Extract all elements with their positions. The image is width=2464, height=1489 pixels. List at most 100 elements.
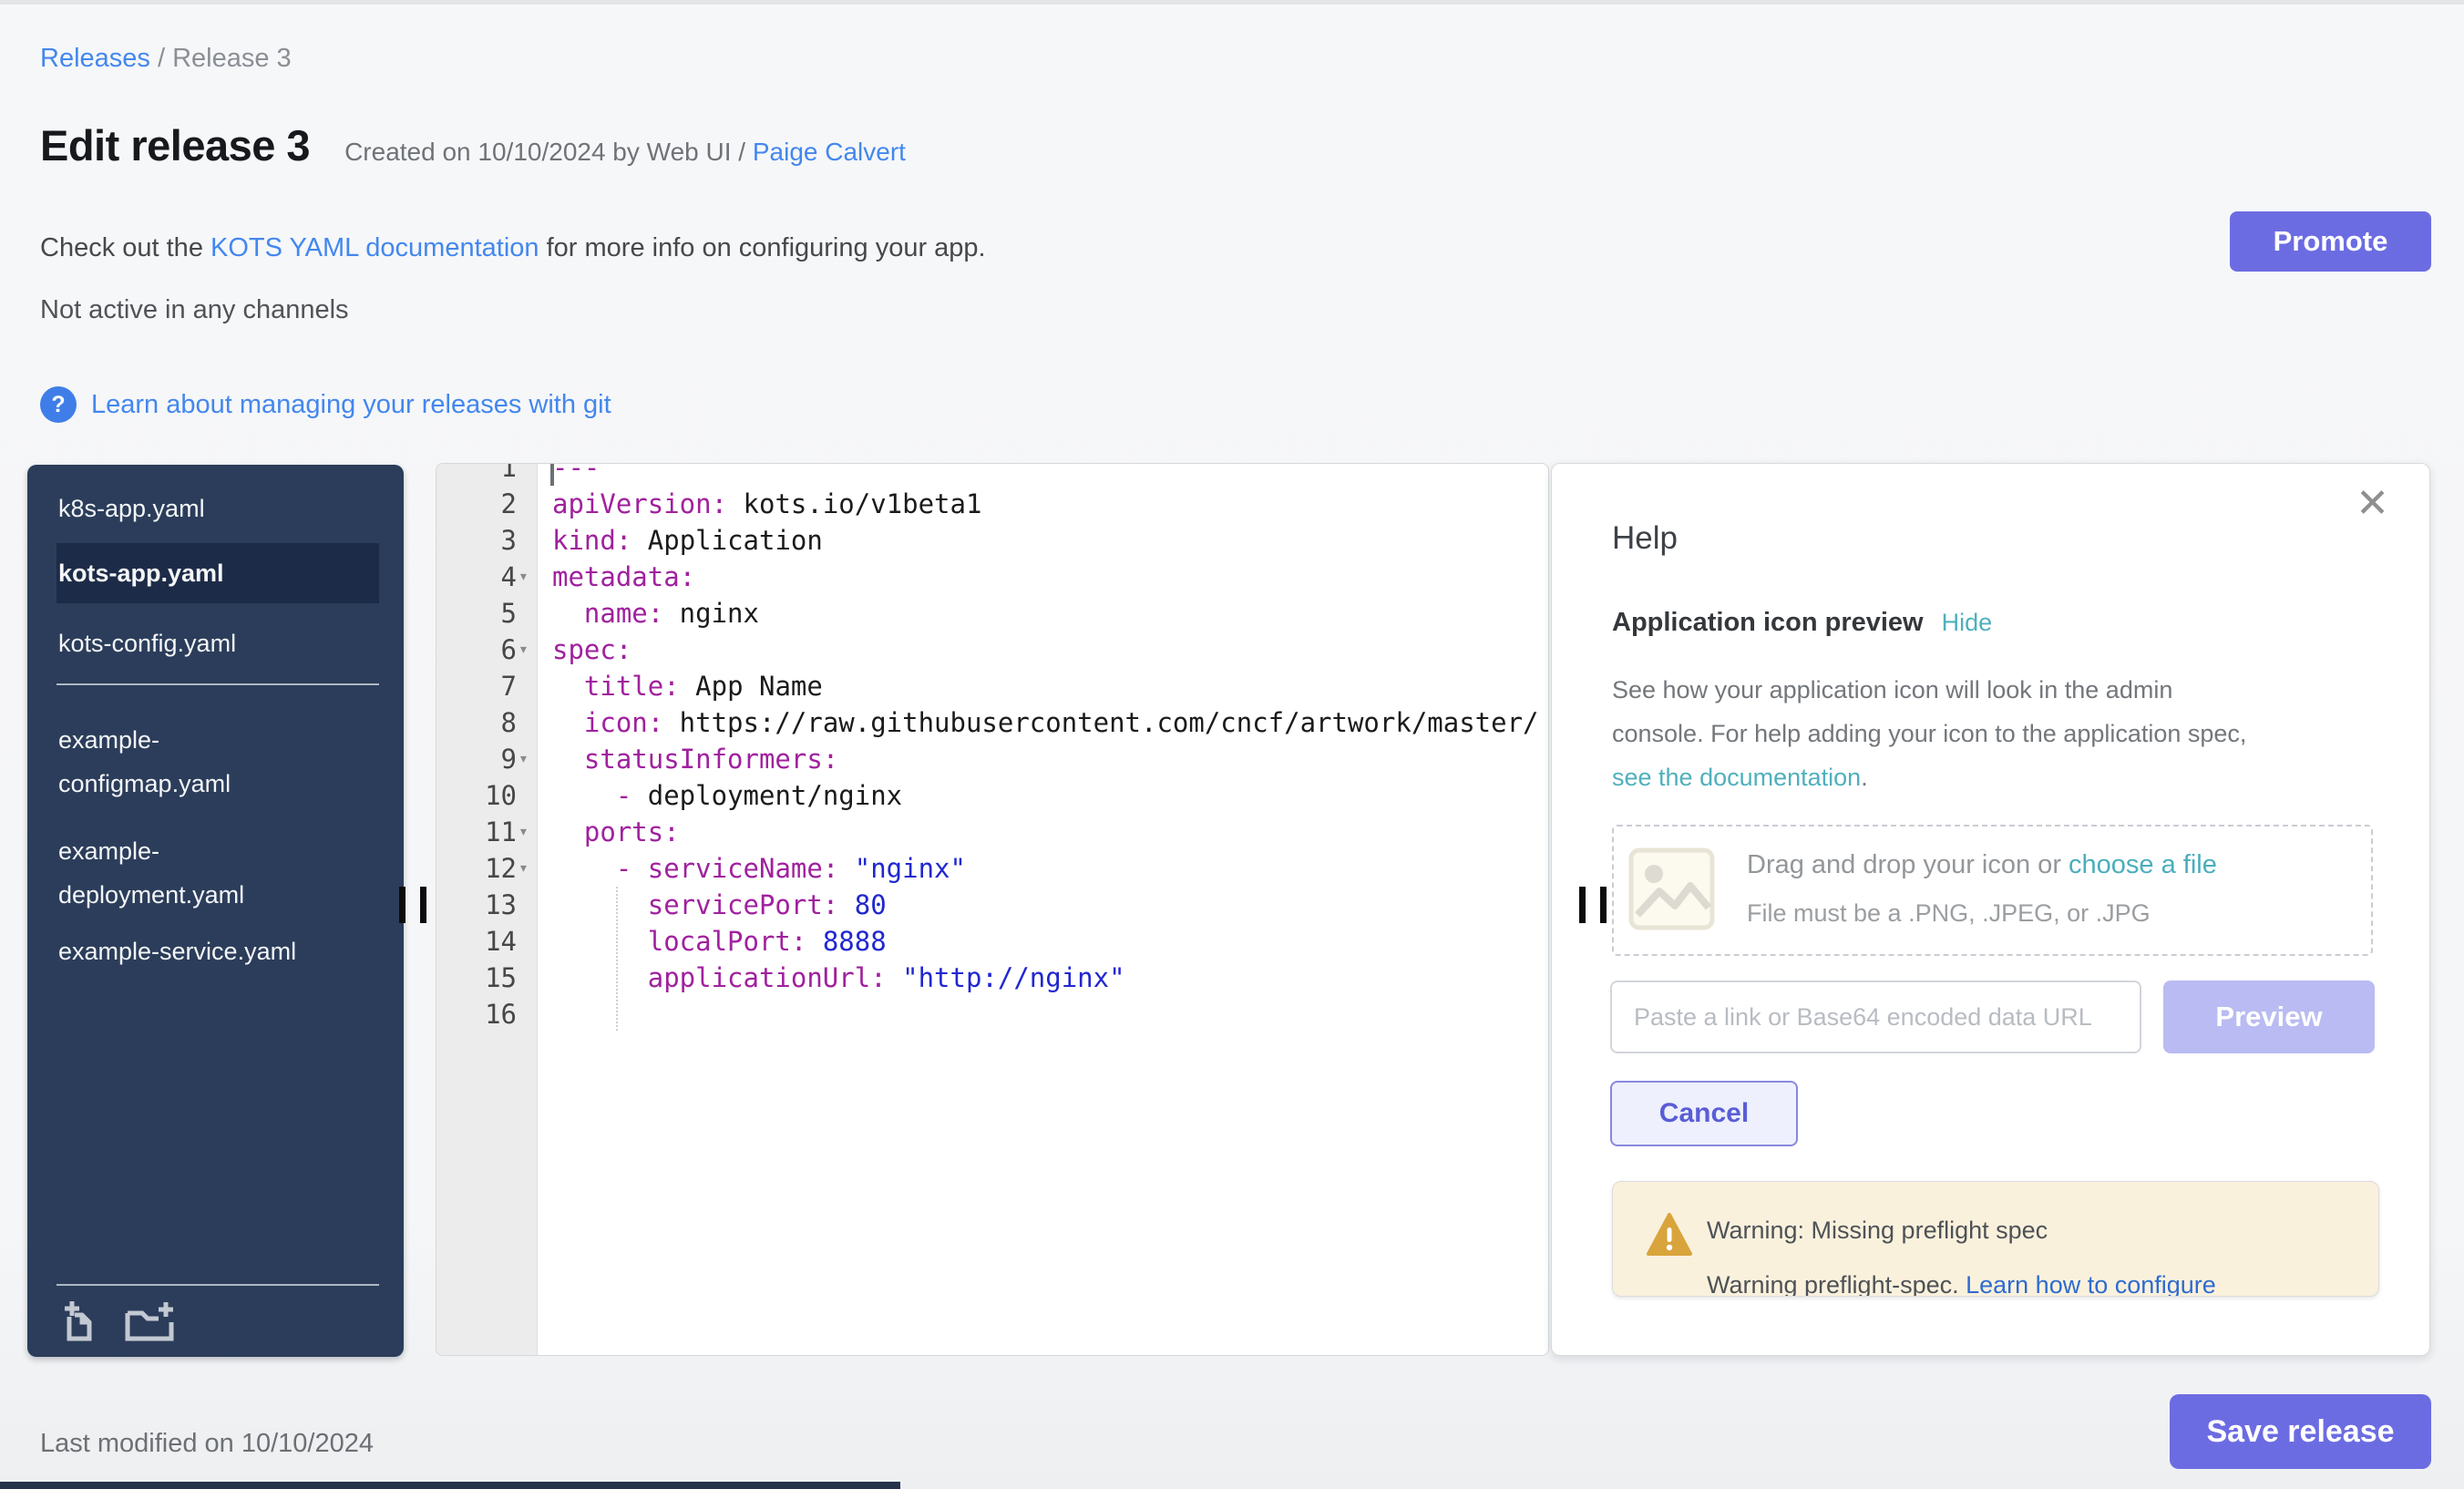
code-text: ports:	[552, 814, 680, 850]
line-number: 1	[436, 463, 517, 486]
code-line: 6▾spec:	[436, 632, 1548, 668]
new-folder-icon[interactable]	[124, 1300, 175, 1342]
code-line: 5 name: nginx	[436, 595, 1548, 632]
code-line: 16	[436, 996, 1548, 1032]
git-help-link[interactable]: ? Learn about managing your releases wit…	[40, 386, 611, 423]
created-meta: Created on 10/10/2024 by Web UI / Paige …	[344, 138, 906, 167]
code-line: 7 title: App Name	[436, 668, 1548, 704]
breadcrumb-separator: /	[150, 44, 172, 73]
line-number: 15	[436, 960, 517, 996]
code-text: servicePort: 80	[552, 887, 887, 923]
code-line: 12▾ - serviceName: "nginx"	[436, 850, 1548, 887]
code-line: 1 ---	[436, 463, 1548, 486]
code-text: title: App Name	[552, 668, 823, 704]
file-item[interactable]: example- deployment.yaml	[27, 829, 404, 917]
code-text: applicationUrl: "http://nginx"	[552, 960, 1125, 996]
code-line: 8 icon: https://raw.githubusercontent.co…	[436, 704, 1548, 741]
line-number: 3	[436, 522, 517, 559]
close-icon[interactable]: ✕	[2356, 484, 2389, 524]
fold-icon[interactable]: ▾	[518, 559, 539, 595]
icon-dropzone[interactable]: Drag and drop your icon or choose a file…	[1612, 825, 2373, 956]
see-documentation-link[interactable]: see the documentation	[1612, 764, 1861, 791]
breadcrumb-releases-link[interactable]: Releases	[40, 44, 150, 73]
cancel-button[interactable]: Cancel	[1610, 1081, 1798, 1146]
help-panel-title: Help	[1612, 520, 1678, 557]
code-line: 2 apiVersion: kots.io/v1beta1	[436, 486, 1548, 522]
code-text: apiVersion: kots.io/v1beta1	[552, 486, 981, 522]
dropzone-filetypes: File must be a .PNG, .JPEG, or .JPG	[1747, 899, 2151, 928]
breadcrumb-current: Release 3	[172, 44, 292, 73]
top-strip	[0, 0, 2464, 5]
new-file-icon[interactable]	[58, 1300, 100, 1342]
sidebar-resize-handle[interactable]	[399, 887, 427, 923]
file-item[interactable]: k8s-app.yaml	[27, 488, 404, 529]
warning-title: Warning: Missing preflight spec	[1707, 1217, 2048, 1245]
fold-icon[interactable]: ▾	[518, 814, 539, 850]
indent-guide	[616, 887, 618, 1031]
file-list: k8s-app.yaml kots-app.yaml kots-config.yam…	[27, 488, 404, 986]
line-number: 13	[436, 887, 517, 923]
code-line: 3 kind: Application	[436, 522, 1548, 559]
warning-icon	[1646, 1211, 1693, 1258]
help-panel: ✕ Help Application icon preview Hide See…	[1551, 463, 2430, 1356]
code-text: kind: Application	[552, 522, 823, 559]
line-number: 11	[436, 814, 517, 850]
line-number: 7	[436, 668, 517, 704]
question-icon: ?	[40, 386, 77, 423]
file-tree-sidebar: k8s-app.yaml kots-app.yaml kots-config.yam…	[27, 465, 404, 1357]
code-text: ---	[552, 463, 600, 486]
hide-link[interactable]: Hide	[1942, 609, 1993, 637]
dropzone-text: Drag and drop your icon or choose a file	[1747, 850, 2217, 880]
image-placeholder-icon	[1628, 847, 1715, 930]
icon-preview-title: Application icon preview	[1612, 608, 1924, 638]
line-number: 4	[436, 559, 517, 595]
fold-icon[interactable]: ▾	[518, 632, 539, 668]
code-line: 11▾ ports:	[436, 814, 1548, 850]
last-modified-text: Last modified on 10/10/2024	[40, 1429, 374, 1459]
promote-button[interactable]: Promote	[2230, 211, 2431, 272]
bottom-strip	[0, 1482, 900, 1489]
edit-release-page: Releases / Release 3 Edit release 3 Crea…	[0, 0, 2464, 1489]
warning-detail: Warning preflight-spec. Learn how to con…	[1707, 1271, 2216, 1297]
editor-cursor	[550, 464, 554, 486]
code-text: localPort: 8888	[552, 923, 887, 960]
sidebar-actions	[58, 1300, 175, 1342]
yaml-editor[interactable]: 1 --- 2 apiVersion: kots.io/v1beta1 3 kind: A…	[436, 463, 1549, 1356]
line-number: 2	[436, 486, 517, 522]
file-item[interactable]: kots-app.yaml	[56, 543, 379, 603]
preview-button[interactable]: Preview	[2163, 981, 2375, 1053]
code-text: metadata:	[552, 559, 695, 595]
channel-status: Not active in any channels	[40, 295, 349, 325]
intro-line: Check out the KOTS YAML documentation fo…	[40, 233, 986, 263]
choose-file-link[interactable]: choose a file	[2069, 850, 2217, 879]
kots-yaml-doc-link[interactable]: KOTS YAML documentation	[210, 233, 539, 262]
code-text: - serviceName: "nginx"	[552, 850, 966, 887]
icon-url-input[interactable]	[1610, 981, 2141, 1053]
editor-resize-handle[interactable]	[1579, 887, 1607, 923]
icon-preview-description: See how your application icon will look …	[1612, 668, 2250, 799]
line-number: 10	[436, 777, 517, 814]
line-number: 8	[436, 704, 517, 741]
author-link[interactable]: Paige Calvert	[753, 138, 906, 166]
file-item[interactable]: kots-config.yaml	[27, 623, 404, 663]
learn-configure-link[interactable]: Learn how to configure	[1966, 1271, 2216, 1297]
code-text: - deployment/nginx	[552, 777, 902, 814]
page-title: Edit release 3	[40, 120, 310, 170]
code-line: 10 - deployment/nginx	[436, 777, 1548, 814]
code-line: 4▾ metadata:	[436, 559, 1548, 595]
git-help-label: Learn about managing your releases with …	[91, 390, 611, 420]
sidebar-divider	[56, 683, 379, 685]
code-line: 15 applicationUrl: "http://nginx"	[436, 960, 1548, 996]
line-number: 5	[436, 595, 517, 632]
icon-preview-section: Application icon preview Hide	[1612, 608, 1992, 638]
preflight-warning-banner: Warning: Missing preflight spec Warning …	[1612, 1181, 2379, 1297]
fold-icon[interactable]: ▾	[518, 741, 539, 777]
fold-icon[interactable]: ▾	[518, 850, 539, 887]
file-item[interactable]: example-service.yaml	[27, 931, 404, 971]
line-number: 6	[436, 632, 517, 668]
save-release-button[interactable]: Save release	[2170, 1394, 2431, 1469]
sidebar-bottom-divider	[56, 1284, 379, 1286]
file-item[interactable]: example- configmap.yaml	[27, 718, 404, 806]
code-line: 14 localPort: 8888	[436, 923, 1548, 960]
code-text: name: nginx	[552, 595, 759, 632]
